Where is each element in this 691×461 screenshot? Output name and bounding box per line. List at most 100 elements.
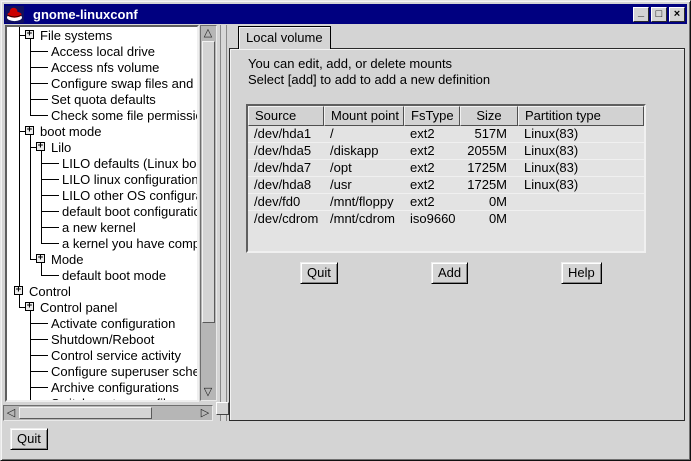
- vertical-scrollbar-thumb[interactable]: [202, 41, 215, 323]
- tree-item-label[interactable]: Access nfs volume: [51, 60, 159, 75]
- tree-item[interactable]: LILO defaults (Linux boot lo: [7, 155, 197, 171]
- table-cell: Linux(83): [518, 160, 644, 176]
- tree-item[interactable]: Archive configurations: [7, 379, 197, 395]
- tree-item[interactable]: Control service activity: [7, 347, 197, 363]
- tree-item-label[interactable]: File systems: [40, 28, 112, 43]
- tree-item[interactable]: + Control: [7, 283, 197, 299]
- tree-item[interactable]: default boot mode: [7, 267, 197, 283]
- close-button[interactable]: ×: [669, 7, 685, 22]
- tab-local-volume[interactable]: Local volume: [238, 26, 331, 49]
- table-cell: /mnt/cdrom: [324, 211, 404, 227]
- table-row[interactable]: /dev/fd0/mnt/floppyext20M: [248, 193, 644, 210]
- tree-item[interactable]: default boot configuration: [7, 203, 197, 219]
- tree-item-label[interactable]: Archive configurations: [51, 380, 179, 395]
- tree-item[interactable]: Access nfs volume: [7, 59, 197, 75]
- tree-item-label[interactable]: default boot mode: [62, 268, 166, 283]
- column-header: FsType: [404, 106, 460, 126]
- tree-expand-icon[interactable]: +: [25, 126, 34, 135]
- tree-item-label[interactable]: LILO other OS configuration: [62, 188, 199, 203]
- tree-expand-icon[interactable]: +: [36, 254, 45, 263]
- maximize-button[interactable]: □: [651, 7, 667, 22]
- tree-item-label[interactable]: LILO linux configurations: [62, 172, 199, 187]
- tree-item-label[interactable]: Activate configuration: [51, 316, 175, 331]
- panel-quit-button[interactable]: Quit: [300, 262, 338, 284]
- tree-item-label[interactable]: Check some file permissions: [51, 108, 199, 123]
- tree-item-label[interactable]: Configure swap files and part: [51, 76, 199, 91]
- table-row[interactable]: /dev/hda1/ext2517MLinux(83): [248, 126, 644, 142]
- table-cell: 1725M: [460, 177, 518, 193]
- tree-item[interactable]: Shutdown/Reboot: [7, 331, 197, 347]
- tree-item[interactable]: + File systems: [7, 27, 197, 43]
- tree-item[interactable]: a new kernel: [7, 219, 197, 235]
- tree-item[interactable]: + Mode: [7, 251, 197, 267]
- tree-item-label[interactable]: a new kernel: [62, 220, 136, 235]
- mounts-table[interactable]: SourceMount pointFsTypeSizePartition typ…: [246, 104, 646, 253]
- tree-item-label[interactable]: Control service activity: [51, 348, 181, 363]
- window-title: gnome-linuxconf: [33, 7, 633, 22]
- table-cell: 1725M: [460, 160, 518, 176]
- add-button[interactable]: Add: [431, 262, 468, 284]
- table-row[interactable]: /dev/cdrom/mnt/cdromiso96600M: [248, 210, 644, 227]
- paned-resize-handle[interactable]: [216, 402, 229, 415]
- table-row[interactable]: /dev/hda7/optext21725MLinux(83): [248, 159, 644, 176]
- scroll-down-icon[interactable]: ▽: [201, 385, 215, 399]
- tree-item[interactable]: LILO linux configurations: [7, 171, 197, 187]
- table-cell: /diskapp: [324, 143, 404, 159]
- tree-item-label[interactable]: Access local drive: [51, 44, 155, 59]
- tree-item-label[interactable]: boot mode: [40, 124, 101, 139]
- tree-item-label[interactable]: Mode: [51, 252, 84, 267]
- gnome-linuxconf-window: gnome-linuxconf _ □ × +File systemsAcces…: [0, 0, 691, 461]
- table-cell: /dev/hda1: [248, 126, 324, 142]
- paned-divider[interactable]: [220, 25, 227, 421]
- scroll-up-icon[interactable]: △: [201, 26, 215, 40]
- table-cell: Linux(83): [518, 126, 644, 142]
- column-header: Partition type: [518, 106, 644, 126]
- table-cell: iso9660: [404, 211, 460, 227]
- config-tree[interactable]: + File systemsAccess local driveAccess nf…: [5, 25, 199, 402]
- tree-horizontal-scrollbar[interactable]: ◁ ▷: [3, 405, 213, 421]
- tree-expand-icon[interactable]: +: [25, 302, 34, 311]
- tree-item[interactable]: + boot mode: [7, 123, 197, 139]
- tree-expand-icon[interactable]: +: [14, 286, 23, 295]
- table-cell: ext2: [404, 160, 460, 176]
- tree-item-label[interactable]: Control: [29, 284, 71, 299]
- tree-item-label[interactable]: Control panel: [40, 300, 117, 315]
- table-cell: /dev/hda7: [248, 160, 324, 176]
- table-row[interactable]: /dev/hda8/usrext21725MLinux(83): [248, 176, 644, 193]
- tree-item-label[interactable]: Switch system profile: [51, 396, 173, 402]
- horizontal-scrollbar-thumb[interactable]: [19, 407, 152, 419]
- tree-vertical-scrollbar[interactable]: △ ▽: [200, 25, 217, 401]
- tree-item[interactable]: Switch system profile: [7, 395, 197, 402]
- scroll-left-icon[interactable]: ◁: [4, 406, 18, 420]
- tree-item[interactable]: Activate configuration: [7, 315, 197, 331]
- tree-item[interactable]: Access local drive: [7, 43, 197, 59]
- tree-item[interactable]: + Control panel: [7, 299, 197, 315]
- tree-item[interactable]: Check some file permissions: [7, 107, 197, 123]
- tree-item[interactable]: Configure superuser schedule: [7, 363, 197, 379]
- instructions-line-2: Select [add] to add to add a new definit…: [248, 72, 490, 88]
- tree-item-label[interactable]: Configure superuser schedule: [51, 364, 199, 379]
- table-cell: 517M: [460, 126, 518, 142]
- minimize-button[interactable]: _: [633, 7, 649, 22]
- tree-item[interactable]: Set quota defaults: [7, 91, 197, 107]
- tree-item-label[interactable]: a kernel you have compiled: [62, 236, 199, 251]
- tree-item[interactable]: Configure swap files and part: [7, 75, 197, 91]
- table-cell: /dev/hda8: [248, 177, 324, 193]
- tree-item[interactable]: LILO other OS configuration: [7, 187, 197, 203]
- table-cell: ext2: [404, 177, 460, 193]
- tree-item-label[interactable]: LILO defaults (Linux boot lo: [62, 156, 199, 171]
- tree-item[interactable]: a kernel you have compiled: [7, 235, 197, 251]
- tree-item-label[interactable]: Lilo: [51, 140, 71, 155]
- tree-expand-icon[interactable]: +: [36, 142, 45, 151]
- titlebar[interactable]: gnome-linuxconf _ □ ×: [4, 4, 687, 24]
- table-row[interactable]: /dev/hda5/diskappext22055MLinux(83): [248, 142, 644, 159]
- tree-item[interactable]: + Lilo: [7, 139, 197, 155]
- main-quit-button[interactable]: Quit: [10, 428, 48, 450]
- redhat-logo-icon: [5, 6, 24, 23]
- tree-expand-icon[interactable]: +: [25, 30, 34, 39]
- help-button[interactable]: Help: [561, 262, 602, 284]
- tree-item-label[interactable]: Shutdown/Reboot: [51, 332, 154, 347]
- tree-item-label[interactable]: default boot configuration: [62, 204, 199, 219]
- scroll-right-icon[interactable]: ▷: [198, 406, 212, 420]
- tree-item-label[interactable]: Set quota defaults: [51, 92, 156, 107]
